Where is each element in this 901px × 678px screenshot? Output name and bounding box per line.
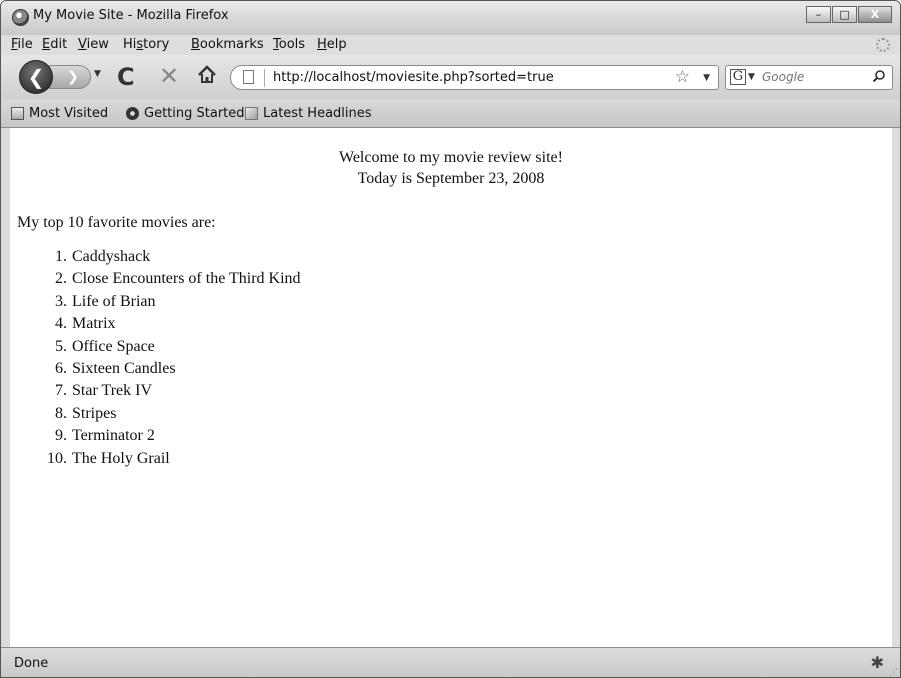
search-input[interactable] bbox=[762, 70, 862, 84]
maximize-button[interactable]: □ bbox=[832, 6, 857, 23]
intro-text: My top 10 favorite movies are: bbox=[17, 214, 216, 231]
status-text: Done bbox=[14, 656, 49, 671]
page-content: Welcome to my movie review site! Today i… bbox=[10, 128, 892, 647]
menu-history[interactable]: History bbox=[123, 37, 169, 52]
gear-icon bbox=[126, 107, 139, 120]
window-controls: – □ X bbox=[805, 6, 892, 23]
minimize-button[interactable]: – bbox=[806, 6, 831, 23]
chevron-down-icon[interactable]: ▼ bbox=[703, 73, 710, 83]
resize-grip-icon[interactable]: ⋰ bbox=[889, 668, 898, 677]
welcome-line: Welcome to my movie review site! bbox=[339, 149, 563, 166]
page-icon bbox=[243, 70, 254, 84]
arrow-right-icon: ❯ bbox=[67, 69, 79, 85]
address-bar[interactable]: http://localhost/moviesite.php?sorted=tr… bbox=[230, 65, 719, 90]
throbber-icon bbox=[876, 38, 890, 52]
close-button[interactable]: X bbox=[858, 6, 892, 23]
firefox-icon bbox=[12, 9, 29, 26]
stop-icon[interactable]: ✕ bbox=[159, 62, 179, 90]
browser-window: My Movie Site - Mozilla Firefox – □ X Fi… bbox=[0, 0, 901, 678]
google-icon[interactable]: G bbox=[730, 69, 746, 85]
reload-icon[interactable]: C bbox=[117, 63, 135, 91]
url-text[interactable]: http://localhost/moviesite.php?sorted=tr… bbox=[273, 70, 554, 85]
bookmark-getting-started[interactable]: Getting Started bbox=[126, 106, 245, 121]
menu-bookmarks[interactable]: Bookmarks bbox=[191, 37, 264, 52]
bookmark-most-visited[interactable]: Most Visited bbox=[11, 106, 108, 121]
menu-help[interactable]: Help bbox=[317, 37, 347, 52]
welcome-block: Welcome to my movie review site! Today i… bbox=[10, 148, 892, 190]
bookmarks-toolbar: Most Visited Getting Started Latest Head… bbox=[1, 99, 900, 128]
menu-tools[interactable]: Tools bbox=[273, 37, 305, 52]
menu-view[interactable]: View bbox=[78, 37, 109, 52]
search-bar[interactable]: G ▼ bbox=[725, 65, 893, 90]
search-icon[interactable] bbox=[872, 69, 886, 83]
addon-bug-icon[interactable]: ✱ bbox=[871, 653, 884, 672]
home-icon[interactable] bbox=[196, 64, 218, 86]
menu-edit[interactable]: Edit bbox=[42, 37, 67, 52]
menu-bar: File Edit View History Bookmarks Tools H… bbox=[1, 35, 900, 55]
chevron-down-icon[interactable]: ▼ bbox=[94, 69, 101, 79]
navigation-toolbar: ❯ ❮ ▼ C ✕ http://localhost/moviesite.php… bbox=[1, 55, 900, 99]
status-bar: Done ✱ ⋰ bbox=[1, 647, 900, 677]
folder-icon bbox=[11, 107, 24, 120]
rss-icon bbox=[245, 107, 258, 120]
bookmark-latest-headlines[interactable]: Latest Headlines bbox=[245, 106, 372, 121]
back-button[interactable]: ❮ bbox=[19, 60, 53, 94]
forward-button[interactable]: ❯ bbox=[49, 65, 91, 89]
window-title: My Movie Site - Mozilla Firefox bbox=[33, 8, 229, 23]
star-icon[interactable]: ☆ bbox=[675, 67, 690, 87]
date-line: Today is September 23, 2008 bbox=[357, 170, 545, 187]
url-divider bbox=[264, 69, 265, 87]
chevron-down-icon[interactable]: ▼ bbox=[748, 72, 755, 82]
title-bar: My Movie Site - Mozilla Firefox – □ X bbox=[1, 1, 900, 35]
menu-file[interactable]: File bbox=[11, 37, 33, 52]
arrow-left-icon: ❮ bbox=[27, 65, 45, 89]
